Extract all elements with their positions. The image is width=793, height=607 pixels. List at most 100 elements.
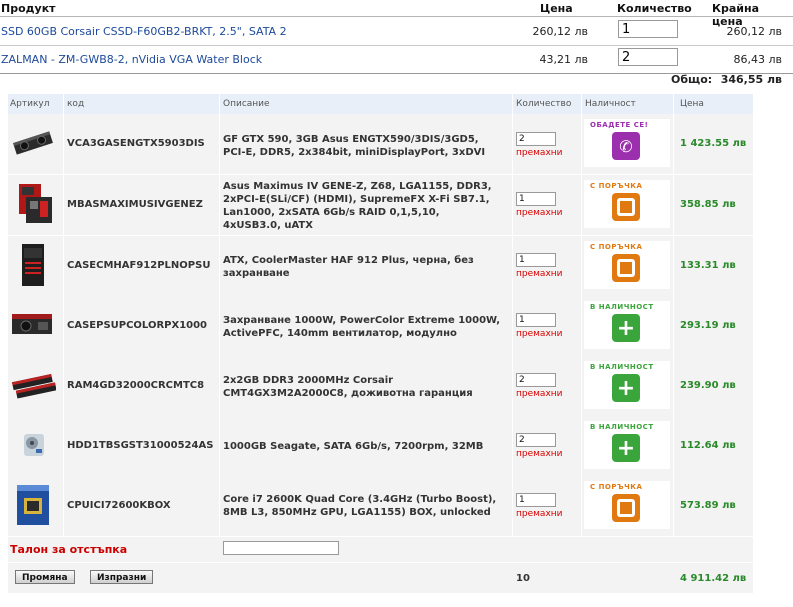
cart-item-link[interactable]: ZALMAN - ZM-GWB8-2, nVidia VGA Water Blo… xyxy=(1,53,262,66)
product-code[interactable]: HDD1TBSGST31000524AS xyxy=(67,440,213,451)
remove-link[interactable]: премахни xyxy=(516,269,563,279)
product-row: HDD1TBSGST31000524AS 1000GB Seagate, SAT… xyxy=(8,416,753,477)
product-code[interactable]: MBASMAXIMUSIVGENEZ xyxy=(67,199,203,210)
description-line: 8MB L3, 850MHz GPU, LGA1155) BOX, unlock… xyxy=(223,507,491,518)
cart-total-label: Общо: xyxy=(671,73,713,86)
cart-item-link[interactable]: SSD 60GB Corsair CSSD-F60GB2-BRKT, 2.5",… xyxy=(1,25,287,38)
pc-case-thumbnail[interactable] xyxy=(10,242,56,288)
header-price: Цена xyxy=(540,2,573,15)
description-line: захранване xyxy=(223,268,290,279)
availability-label: В НАЛИЧНОСТ xyxy=(590,303,654,311)
cart-item-final-price: 86,43 лв xyxy=(733,53,782,66)
quantity-input[interactable] xyxy=(516,433,556,447)
header-price: Цена xyxy=(680,99,704,109)
cart-row: ZALMAN - ZM-GWB8-2, nVidia VGA Water Blo… xyxy=(0,45,793,74)
product-code[interactable]: CASEPSUPCOLORPX1000 xyxy=(67,320,207,331)
product-price: 358.85 лв xyxy=(680,199,736,210)
cart-item-price: 43,21 лв xyxy=(539,53,588,66)
availability-label: ОБАДЕТЕ СЕ! xyxy=(590,121,649,129)
products-header: Артикул код Описание Количество Наличнос… xyxy=(8,94,753,114)
availability-label: С ПОРЪЧКА xyxy=(590,243,643,251)
order-icon xyxy=(612,494,640,522)
header-description: Описание xyxy=(223,99,270,109)
column-divider xyxy=(673,94,674,536)
availability-badge: ОБАДЕТЕ СЕ! ✆ xyxy=(584,119,670,167)
product-row: VCA3GASENGTX5903DIS GF GTX 590, 3GB Asus… xyxy=(8,114,753,175)
remove-link[interactable]: премахни xyxy=(516,449,563,459)
quantity-input[interactable] xyxy=(516,192,556,206)
description-line: 2xPCI-E(SLi/CF) (HDMI), SupremeFX X-Fi S… xyxy=(223,194,490,205)
description-line: ATX, CoolerMaster HAF 912 Plus, черна, б… xyxy=(223,255,474,266)
product-row: CPUICI72600KBOX Core i7 2600K Quad Core … xyxy=(8,476,753,537)
product-row: CASEPSUPCOLORPX1000 Захранване 1000W, Po… xyxy=(8,296,753,357)
availability-label: С ПОРЪЧКА xyxy=(590,483,643,491)
product-price: 1 423.55 лв xyxy=(680,138,747,149)
graphics-card-thumbnail[interactable] xyxy=(10,120,56,166)
product-description: Asus Maximus IV GENE-Z, Z68, LGA1155, DD… xyxy=(223,180,513,232)
column-divider xyxy=(63,94,64,536)
cart-item-price: 260,12 лв xyxy=(532,25,589,38)
quantity-input[interactable] xyxy=(516,313,556,327)
cart-footer: Промяна Изпразни 10 4 911.42 лв xyxy=(8,563,753,593)
description-line: CMT4GX3M2A2000C8, доживотна гаранция xyxy=(223,388,473,399)
update-button[interactable]: Промяна xyxy=(15,570,75,584)
remove-link[interactable]: премахни xyxy=(516,389,563,399)
total-price: 4 911.42 лв xyxy=(680,573,747,584)
cart-row: SSD 60GB Corsair CSSD-F60GB2-BRKT, 2.5",… xyxy=(0,17,793,46)
motherboard-thumbnail[interactable] xyxy=(10,181,56,227)
clear-cart-button[interactable]: Изпразни xyxy=(90,570,154,584)
description-line: GF GTX 590, 3GB Asus ENGTX590/3DIS/3GD5, xyxy=(223,134,479,145)
remove-link[interactable]: премахни xyxy=(516,208,563,218)
product-price: 573.89 лв xyxy=(680,500,736,511)
ram-thumbnail[interactable] xyxy=(10,362,56,408)
availability-badge: В НАЛИЧНОСТ + xyxy=(584,421,670,469)
remove-link[interactable]: премахни xyxy=(516,148,563,158)
product-price: 239.90 лв xyxy=(680,380,736,391)
header-quantity: Количество xyxy=(516,99,572,109)
product-code[interactable]: CASECMHAF912PLNOPSU xyxy=(67,260,210,271)
column-divider xyxy=(219,94,220,536)
quantity-input[interactable] xyxy=(516,373,556,387)
quantity-input[interactable] xyxy=(516,493,556,507)
description-line: ActivePFC, 140mm вентилатор, модулно xyxy=(223,328,457,339)
header-availability: Наличност xyxy=(585,99,636,109)
product-description: GF GTX 590, 3GB Asus ENGTX590/3DIS/3GD5,… xyxy=(223,133,513,159)
product-code[interactable]: RAM4GD32000CRCMTC8 xyxy=(67,380,204,391)
power-supply-thumbnail[interactable] xyxy=(10,302,56,348)
coupon-label: Талон за отстъпка xyxy=(10,543,128,556)
cart-item-quantity-input[interactable] xyxy=(618,48,678,66)
plus-icon: + xyxy=(612,314,640,342)
availability-label: С ПОРЪЧКА xyxy=(590,182,643,190)
cart-item-quantity-input[interactable] xyxy=(618,20,678,38)
description-line: 4xUSB3.0, uATX xyxy=(223,220,313,231)
coupon-input[interactable] xyxy=(223,541,339,555)
hard-drive-thumbnail[interactable] xyxy=(10,422,56,468)
quantity-input[interactable] xyxy=(516,132,556,146)
product-row: MBASMAXIMUSIVGENEZ Asus Maximus IV GENE-… xyxy=(8,175,753,236)
product-row: RAM4GD32000CRCMTC8 2x2GB DDR3 2000MHz Co… xyxy=(8,356,753,417)
cart-header: Продукт Цена Количество Крайна цена xyxy=(0,0,793,28)
product-price: 112.64 лв xyxy=(680,440,736,451)
product-description: 2x2GB DDR3 2000MHz Corsair CMT4GX3M2A2000… xyxy=(223,374,513,400)
product-price: 133.31 лв xyxy=(680,260,736,271)
product-description: Захранване 1000W, PowerColor Extreme 100… xyxy=(223,314,513,340)
column-divider xyxy=(512,94,513,536)
product-code[interactable]: CPUICI72600KBOX xyxy=(67,500,171,511)
quantity-input[interactable] xyxy=(516,253,556,267)
description-line: 1000GB Seagate, SATA 6Gb/s, 7200rpm, 32M… xyxy=(223,441,484,452)
product-row: CASECMHAF912PLNOPSU ATX, CoolerMaster HA… xyxy=(8,236,753,297)
description-line: Core i7 2600K Quad Core (3.4GHz (Turbo B… xyxy=(223,494,497,505)
cart-total-value: 346,55 лв xyxy=(720,73,782,86)
remove-link[interactable]: премахни xyxy=(516,329,563,339)
column-divider xyxy=(581,94,582,536)
remove-link[interactable]: премахни xyxy=(516,509,563,519)
cpu-box-thumbnail[interactable] xyxy=(10,482,56,528)
description-line: Asus Maximus IV GENE-Z, Z68, LGA1155, DD… xyxy=(223,181,492,192)
header-code: код xyxy=(67,99,85,109)
availability-badge: С ПОРЪЧКА xyxy=(584,481,670,529)
product-code[interactable]: VCA3GASENGTX5903DIS xyxy=(67,138,205,149)
description-line: 2x2GB DDR3 2000MHz Corsair xyxy=(223,375,394,386)
product-price: 293.19 лв xyxy=(680,320,736,331)
product-description: 1000GB Seagate, SATA 6Gb/s, 7200rpm, 32M… xyxy=(223,440,513,453)
availability-badge: В НАЛИЧНОСТ + xyxy=(584,301,670,349)
